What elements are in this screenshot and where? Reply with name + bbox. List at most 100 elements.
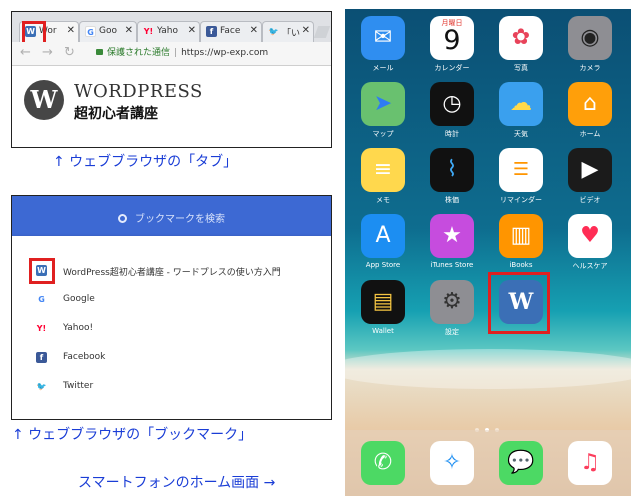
close-icon[interactable]: ✕ <box>67 25 75 36</box>
weather-icon: ☁ <box>499 82 543 126</box>
tab-twitter[interactable]: 🐦 「いま ✕ <box>262 21 314 42</box>
phone-icon: ✆ <box>361 441 405 485</box>
bookmark-label: Google <box>63 294 95 304</box>
bookmark-item-facebook[interactable]: f Facebook <box>12 347 331 369</box>
bookmark-list: W WordPress超初心者講座 - ワードプレスの使い方入門 G Googl… <box>12 236 331 419</box>
forward-arrow-icon[interactable]: → <box>42 45 53 60</box>
app-label: 写真 <box>514 64 528 72</box>
tab-google[interactable]: G Goo ✕ <box>79 21 137 42</box>
tab-facebook[interactable]: f Face ✕ <box>200 21 262 42</box>
reload-icon[interactable]: ↻ <box>64 45 75 60</box>
wordpress-logo: W WORDPRESS 超初心者講座 <box>24 80 214 140</box>
search-placeholder: ブックマークを検索 <box>135 214 225 225</box>
logo-subtitle: 超初心者講座 <box>74 106 158 122</box>
app-settings[interactable]: ⚙ 設定 <box>427 280 477 337</box>
app-maps[interactable]: ➤ マップ <box>358 82 408 139</box>
browser-tabs-panel: W Wor ✕ G Goo ✕ Y! Yaho ✕ f Face ✕ 🐦 「い <box>11 11 332 148</box>
calendar-date: 9 <box>443 25 461 56</box>
back-arrow-icon[interactable]: ← <box>20 45 31 60</box>
app-stocks[interactable]: ⌇ 株価 <box>427 148 477 205</box>
tab-label: Yaho <box>157 26 178 36</box>
twitter-icon: 🐦 <box>268 27 279 36</box>
app-reminders[interactable]: ☰ リマインダー <box>496 148 546 205</box>
app-label: 設定 <box>445 328 459 336</box>
bookmark-item-yahoo[interactable]: Y! Yahoo! <box>12 318 331 340</box>
notes-icon: ≡ <box>361 148 405 192</box>
phone-home-screen: ✉ メール 月曜日 9 カレンダー ✿ 写真 ◉ カメラ ➤ マップ ◷ 時計 <box>345 9 631 496</box>
messages-icon: 💬 <box>499 441 543 485</box>
app-label: メモ <box>376 196 390 204</box>
new-tab-button[interactable] <box>313 26 331 38</box>
bookmark-item-google[interactable]: G Google <box>12 289 331 311</box>
url-separator: | <box>174 48 178 58</box>
dock-messages[interactable]: 💬 <box>496 441 546 485</box>
app-camera[interactable]: ◉ カメラ <box>565 16 615 73</box>
app-photos[interactable]: ✿ 写真 <box>496 16 546 73</box>
app-label: ホーム <box>579 130 601 138</box>
highlight-box <box>29 258 55 284</box>
logo-word: WORDPRESS <box>74 81 203 102</box>
close-icon[interactable]: ✕ <box>188 25 196 36</box>
facebook-icon: f <box>206 26 217 37</box>
app-clock[interactable]: ◷ 時計 <box>427 82 477 139</box>
health-icon: ♥ <box>568 214 612 258</box>
safari-icon: ✧ <box>430 441 474 485</box>
app-label: Wallet <box>372 327 394 335</box>
dock: ✆ ✧ 💬 ♫ <box>345 430 631 496</box>
app-wallet[interactable]: ▤ Wallet <box>358 280 408 335</box>
bookmark-search[interactable]: ブックマークを検索 <box>118 210 225 225</box>
bookmark-label: Yahoo! <box>63 323 94 333</box>
app-home[interactable]: ⌂ ホーム <box>565 82 615 139</box>
search-icon <box>118 214 127 223</box>
yahoo-icon: Y! <box>36 324 47 333</box>
dock-music[interactable]: ♫ <box>565 441 615 485</box>
app-ibooks[interactable]: ▥ iBooks <box>496 214 546 269</box>
app-itunes[interactable]: ★ iTunes Store <box>427 214 477 269</box>
bookmark-label: WordPress超初心者講座 - ワードプレスの使い方入門 <box>63 268 281 278</box>
close-icon[interactable]: ✕ <box>250 25 258 36</box>
books-icon: ▥ <box>499 214 543 258</box>
app-label: ビデオ <box>579 196 601 204</box>
app-calendar[interactable]: 月曜日 9 カレンダー <box>427 16 477 73</box>
address-bar: ← → ↻ 保護された通信 | https://wp-exp.com <box>12 42 331 66</box>
app-label: カメラ <box>579 64 601 72</box>
dock-phone[interactable]: ✆ <box>358 441 408 485</box>
facebook-icon: f <box>36 352 47 363</box>
lock-icon <box>96 49 103 55</box>
maps-icon: ➤ <box>361 82 405 126</box>
app-label: iTunes Store <box>430 261 474 269</box>
app-label: 時計 <box>445 130 459 138</box>
app-label: iBooks <box>509 261 533 269</box>
close-icon[interactable]: ✕ <box>302 25 310 36</box>
mail-icon: ✉ <box>361 16 405 60</box>
videos-icon: ▶ <box>568 148 612 192</box>
app-label: 株価 <box>445 196 459 204</box>
url-field[interactable]: 保護された通信 | https://wp-exp.com <box>92 45 329 62</box>
tab-yahoo[interactable]: Y! Yaho ✕ <box>137 21 200 42</box>
app-videos[interactable]: ▶ ビデオ <box>565 148 615 205</box>
dock-safari[interactable]: ✧ <box>427 441 477 485</box>
itunes-icon: ★ <box>430 214 474 258</box>
wave-foam <box>345 349 631 389</box>
bookmark-label: Twitter <box>63 381 94 391</box>
caption-home: スマートフォンのホーム画面 → <box>78 475 276 491</box>
app-label: 天気 <box>514 130 528 138</box>
app-appstore[interactable]: A App Store <box>358 214 408 269</box>
google-icon: G <box>85 26 96 37</box>
bookmark-label: Facebook <box>63 352 106 362</box>
app-label: マップ <box>372 130 394 138</box>
tab-label: Face <box>220 26 241 36</box>
appstore-icon: A <box>361 214 405 258</box>
bookmark-item-wordpress[interactable]: W WordPress超初心者講座 - ワードプレスの使い方入門 <box>12 260 331 282</box>
bookmarks-panel: ブックマークを検索 W WordPress超初心者講座 - ワードプレスの使い方… <box>11 195 332 420</box>
bookmark-item-twitter[interactable]: 🐦 Twitter <box>12 376 331 398</box>
camera-icon: ◉ <box>568 16 612 60</box>
app-weather[interactable]: ☁ 天気 <box>496 82 546 139</box>
wordpress-icon: W <box>24 80 64 120</box>
app-notes[interactable]: ≡ メモ <box>358 148 408 205</box>
app-mail[interactable]: ✉ メール <box>358 16 408 73</box>
yahoo-icon: Y! <box>143 27 154 36</box>
app-health[interactable]: ♥ ヘルスケア <box>565 214 615 271</box>
app-label: メール <box>372 64 394 72</box>
close-icon[interactable]: ✕ <box>125 25 133 36</box>
